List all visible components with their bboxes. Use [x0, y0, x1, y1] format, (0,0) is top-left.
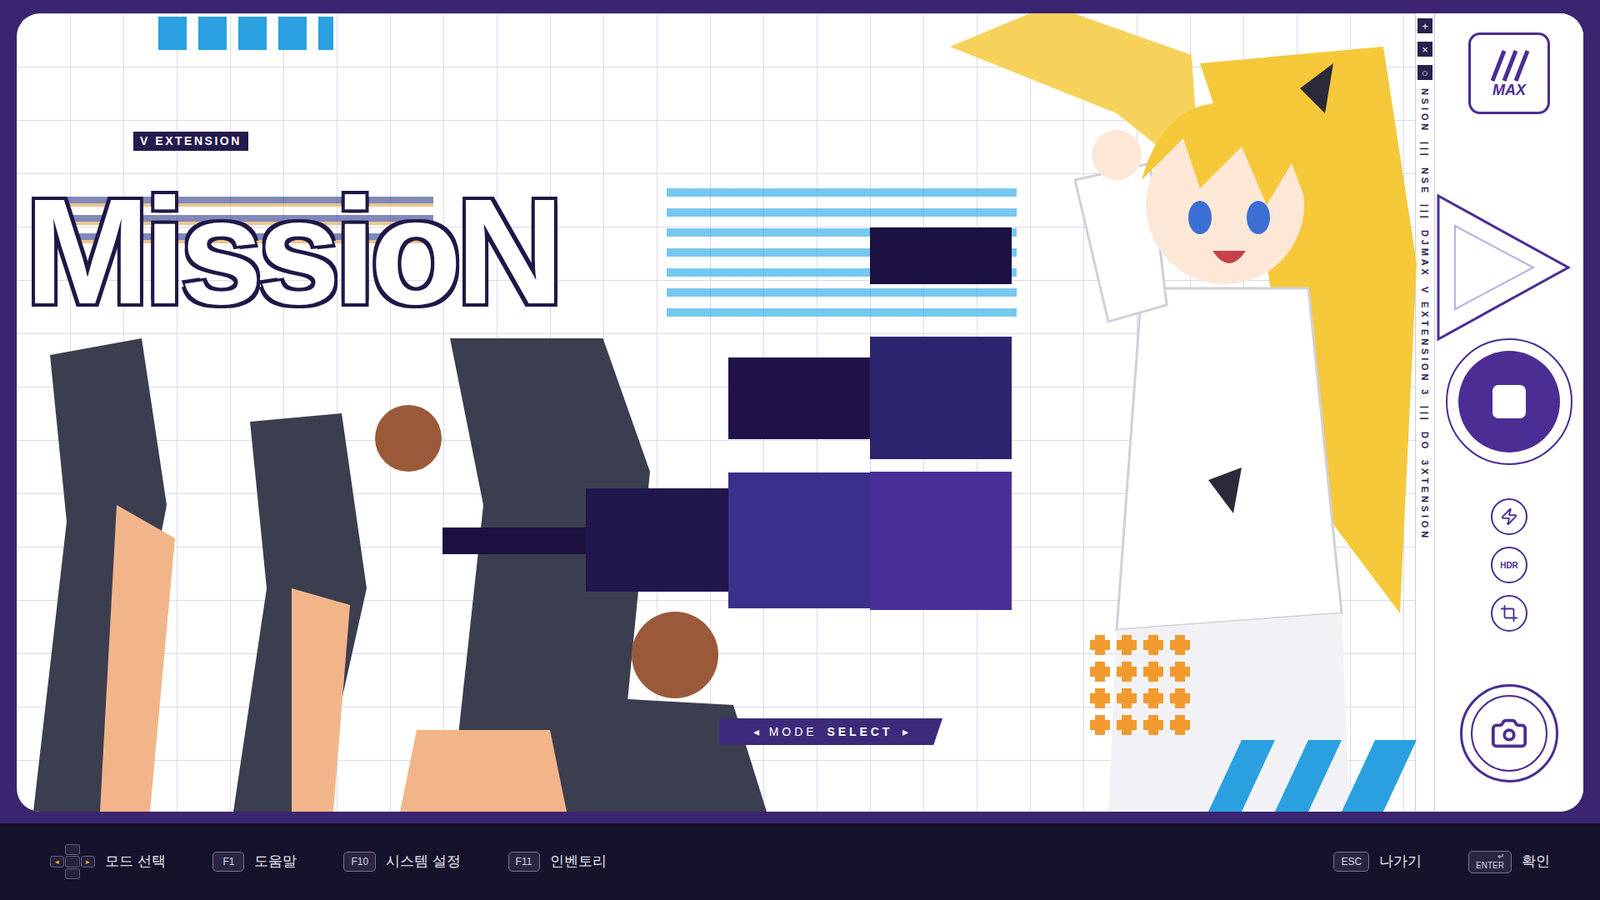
camera-button[interactable]: [1460, 684, 1559, 783]
record-button[interactable]: [1445, 338, 1573, 465]
footer-hint-label: 모드 선택: [105, 850, 166, 873]
strip-symbol: +: [1417, 18, 1433, 34]
strip-text: V EXTENSION 3: [1418, 286, 1433, 398]
mosaic-tile: [728, 357, 870, 440]
mode-card: V EXTENSION MissioN ◂MODESELECT▸ + × ○ NSION ||…: [16, 13, 1584, 812]
mosaic-tile: [585, 488, 729, 592]
footer-hint-label: 확인: [1521, 850, 1550, 873]
key-cap: F11: [508, 851, 540, 872]
strip-text: DJMAX: [1418, 230, 1433, 279]
key-cap: F1: [212, 851, 245, 872]
footer-hint-label: 인벤토리: [550, 850, 607, 873]
dpad-icon: ◂▸: [50, 844, 95, 880]
strip-text: NSION: [1418, 88, 1433, 134]
footer-hint[interactable]: ESC 나가기: [1333, 850, 1422, 873]
key-cap: ESC: [1333, 851, 1370, 872]
strip-text: |||: [1418, 204, 1433, 222]
mosaic-tile: [728, 472, 870, 609]
strip-text: 3XTENSION: [1418, 460, 1433, 541]
mode-next-arrow[interactable]: ▸: [902, 723, 909, 741]
strip-text: DO: [1418, 431, 1433, 452]
strip-symbol: ○: [1417, 65, 1433, 80]
lightning-icon: [1500, 507, 1519, 526]
side-panel: MAX HDR: [1435, 13, 1584, 812]
logo-stripes-icon: [1484, 49, 1535, 83]
stop-icon: [1492, 385, 1526, 419]
strip-text: |||: [1418, 141, 1433, 160]
mode-select-bar[interactable]: ◂MODESELECT▸: [719, 718, 943, 745]
camera-icon: [1490, 714, 1529, 753]
footer-hint[interactable]: F1 도움말: [212, 850, 297, 873]
side-strip: + × ○ NSION ||| NSE ||| DJMAX V EXTENSION 3 ||| DO…: [1415, 13, 1435, 812]
footer-hint-label: 나가기: [1379, 850, 1422, 873]
mosaic-tile: [870, 336, 1012, 460]
footer-hint-label: 도움말: [254, 850, 297, 873]
mosaic-tile: [870, 227, 1012, 285]
blue-chevrons: [1208, 740, 1417, 812]
footer-hint[interactable]: ◂▸ 모드 선택: [50, 844, 166, 880]
mode-title: MissioN: [25, 176, 559, 327]
footer-hint[interactable]: ↵ENTER 확인: [1468, 850, 1550, 874]
strip-text: NSE: [1418, 167, 1433, 196]
orange-pattern: [1086, 631, 1194, 739]
footer-bar: ◂▸ 모드 선택 F1 도움말 F10 시스템 설정 F11 인벤토리 ESC 나가기 ↵ENTER…: [0, 823, 1600, 900]
artwork-canvas: V EXTENSION MissioN ◂MODESELECT▸: [16, 13, 1415, 812]
footer-hint-label: 시스템 설정: [385, 850, 461, 873]
strip-symbol: ×: [1417, 41, 1433, 57]
footer-hint[interactable]: F10 시스템 설정: [343, 850, 461, 873]
mode-prev-arrow[interactable]: ◂: [753, 723, 760, 741]
triangle-outline-icon: [1435, 192, 1577, 343]
edition-label: V EXTENSION: [133, 131, 249, 151]
mode-select-screen: V EXTENSION MissioN ◂MODESELECT▸ + × ○ NSION ||…: [0, 0, 1600, 900]
key-cap: F10: [343, 851, 376, 872]
footer-hint[interactable]: F11 인벤토리: [508, 850, 607, 873]
hdr-button[interactable]: HDR: [1490, 546, 1528, 584]
crop-icon: [1500, 604, 1519, 623]
mosaic-tile: [870, 471, 1012, 610]
mosaic-tile: [442, 527, 586, 555]
boost-button[interactable]: [1490, 498, 1528, 535]
djmax-logo: MAX: [1468, 32, 1550, 115]
strip-text: |||: [1418, 405, 1433, 424]
crop-button[interactable]: [1490, 595, 1528, 632]
enter-key-cap: ↵ENTER: [1468, 850, 1512, 874]
blue-pattern: [158, 16, 334, 50]
